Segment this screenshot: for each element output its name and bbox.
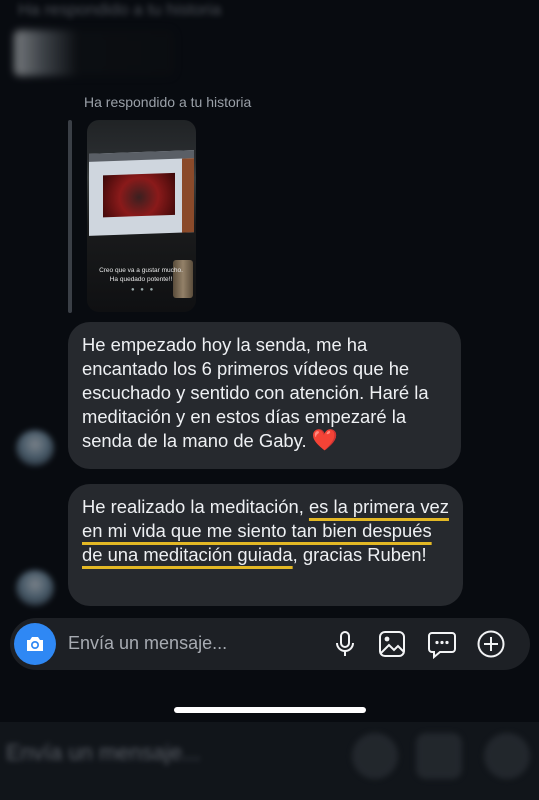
message-composer: Envía un mensaje...	[10, 618, 530, 670]
blurred-gallery-icon	[416, 733, 462, 779]
camera-icon	[27, 637, 43, 651]
avatar[interactable]	[16, 570, 54, 606]
story-reply-label: Ha respondido a tu historia	[84, 94, 252, 110]
story-progress-dots: ● ● ●	[131, 287, 156, 293]
message-bubble[interactable]: He empezado hoy la senda, me ha encantad…	[68, 322, 461, 469]
blurred-sticker-icon	[484, 733, 530, 779]
blurred-microphone-icon	[352, 733, 398, 779]
sticker-button[interactable]	[427, 629, 457, 660]
message-text: He empezado hoy la senda, me ha encantad…	[82, 334, 429, 451]
sticker-icon	[428, 632, 456, 660]
blurred-thumbnail	[14, 30, 174, 76]
reply-indicator-bar	[68, 120, 72, 313]
microphone-icon	[336, 631, 354, 656]
message-text: , gracias Ruben!	[292, 544, 427, 565]
heart-emoji: ❤️	[311, 429, 338, 452]
plus-icon	[477, 630, 505, 658]
gallery-icon	[379, 631, 405, 657]
story-caption: Creo que va a gustar mucho. Ha quedado p…	[99, 267, 183, 283]
plus-button[interactable]	[476, 629, 506, 659]
blurred-composer-text: Envía un mensaje...	[6, 740, 201, 765]
camera-button[interactable]	[14, 623, 56, 665]
message-input[interactable]: Envía un mensaje...	[68, 633, 227, 654]
story-video-frame	[103, 172, 175, 218]
microphone-button[interactable]	[330, 629, 360, 659]
message-text: He realizado la meditación,	[82, 496, 309, 517]
message-bubble[interactable]: He realizado la meditación, es la primer…	[68, 484, 463, 606]
blurred-header-text: Ha respondido a tu historia	[18, 0, 222, 19]
avatar[interactable]	[16, 430, 54, 466]
home-indicator[interactable]	[174, 707, 366, 713]
story-laptop-screen	[89, 150, 194, 236]
gallery-button[interactable]	[377, 629, 407, 659]
story-thumbnail[interactable]: Creo que va a gustar mucho. Ha quedado p…	[87, 120, 196, 312]
